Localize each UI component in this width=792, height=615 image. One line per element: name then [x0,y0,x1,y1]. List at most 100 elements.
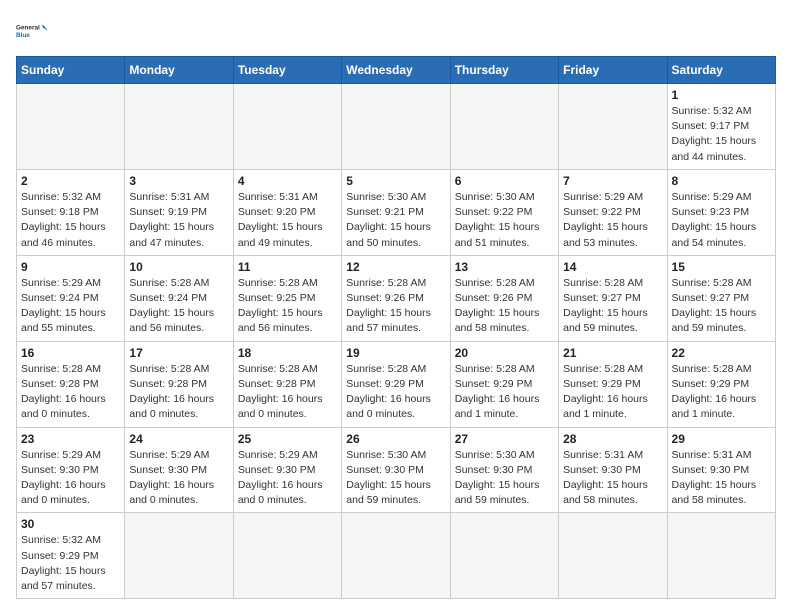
day-number: 9 [21,260,120,274]
day-info: Sunrise: 5:28 AM Sunset: 9:29 PM Dayligh… [563,362,662,423]
day-info: Sunrise: 5:32 AM Sunset: 9:18 PM Dayligh… [21,190,120,251]
day-number: 27 [455,432,554,446]
day-number: 26 [346,432,445,446]
calendar-cell: 18Sunrise: 5:28 AM Sunset: 9:28 PM Dayli… [233,341,341,427]
day-number: 12 [346,260,445,274]
calendar-cell: 28 Sunrise: 5:31 AM Sunset: 9:30 PM Dayli… [559,427,667,513]
calendar-cell: 25Sunrise: 5:29 AM Sunset: 9:30 PM Dayli… [233,427,341,513]
calendar-cell: 29 Sunrise: 5:31 AM Sunset: 9:30 PM Dayli… [667,427,775,513]
calendar-week-row: 1Sunrise: 5:32 AM Sunset: 9:17 PM Daylig… [17,84,776,170]
day-number: 15 [672,260,771,274]
day-info: Sunrise: 5:31 AM Sunset: 9:20 PM Dayligh… [238,190,337,251]
day-number: 10 [129,260,228,274]
calendar-cell: 16 Sunrise: 5:28 AM Sunset: 9:28 PM Dayli… [17,341,125,427]
day-of-week-header: Thursday [450,57,558,84]
calendar-cell [667,513,775,599]
day-number: 25 [238,432,337,446]
day-number: 14 [563,260,662,274]
page-header: General Blue [16,16,776,48]
calendar-cell: 4 Sunrise: 5:31 AM Sunset: 9:20 PM Daylig… [233,169,341,255]
day-info: Sunrise: 5:28 AM Sunset: 9:29 PM Dayligh… [346,362,445,423]
day-number: 2 [21,174,120,188]
calendar-cell: 20Sunrise: 5:28 AM Sunset: 9:29 PM Dayli… [450,341,558,427]
calendar-cell: 30Sunrise: 5:32 AM Sunset: 9:29 PM Dayli… [17,513,125,599]
day-number: 29 [672,432,771,446]
day-info: Sunrise: 5:31 AM Sunset: 9:30 PM Dayligh… [672,448,771,509]
day-number: 5 [346,174,445,188]
day-info: Sunrise: 5:28 AM Sunset: 9:24 PM Dayligh… [129,276,228,337]
day-number: 3 [129,174,228,188]
day-of-week-header: Friday [559,57,667,84]
day-info: Sunrise: 5:32 AM Sunset: 9:17 PM Dayligh… [672,104,771,165]
calendar-cell: 21 Sunrise: 5:28 AM Sunset: 9:29 PM Dayli… [559,341,667,427]
day-of-week-header: Monday [125,57,233,84]
calendar-cell [233,84,341,170]
calendar-cell [17,84,125,170]
calendar-cell: 13 Sunrise: 5:28 AM Sunset: 9:26 PM Dayli… [450,255,558,341]
day-info: Sunrise: 5:29 AM Sunset: 9:24 PM Dayligh… [21,276,120,337]
calendar-cell: 22Sunrise: 5:28 AM Sunset: 9:29 PM Dayli… [667,341,775,427]
calendar-cell [559,513,667,599]
day-info: Sunrise: 5:28 AM Sunset: 9:28 PM Dayligh… [238,362,337,423]
calendar-cell [450,84,558,170]
day-info: Sunrise: 5:31 AM Sunset: 9:30 PM Dayligh… [563,448,662,509]
day-info: Sunrise: 5:30 AM Sunset: 9:22 PM Dayligh… [455,190,554,251]
day-info: Sunrise: 5:28 AM Sunset: 9:26 PM Dayligh… [455,276,554,337]
calendar-cell: 24Sunrise: 5:29 AM Sunset: 9:30 PM Dayli… [125,427,233,513]
day-number: 7 [563,174,662,188]
calendar-cell [342,513,450,599]
day-info: Sunrise: 5:28 AM Sunset: 9:26 PM Dayligh… [346,276,445,337]
day-of-week-header: Sunday [17,57,125,84]
calendar-cell: 11Sunrise: 5:28 AM Sunset: 9:25 PM Dayli… [233,255,341,341]
day-info: Sunrise: 5:32 AM Sunset: 9:29 PM Dayligh… [21,533,120,594]
day-info: Sunrise: 5:28 AM Sunset: 9:29 PM Dayligh… [455,362,554,423]
day-number: 24 [129,432,228,446]
calendar-cell: 1Sunrise: 5:32 AM Sunset: 9:17 PM Daylig… [667,84,775,170]
calendar-cell: 8 Sunrise: 5:29 AM Sunset: 9:23 PM Daylig… [667,169,775,255]
day-number: 16 [21,346,120,360]
calendar-week-row: 9 Sunrise: 5:29 AM Sunset: 9:24 PM Daylig… [17,255,776,341]
day-info: Sunrise: 5:28 AM Sunset: 9:27 PM Dayligh… [672,276,771,337]
calendar-cell: 7 Sunrise: 5:29 AM Sunset: 9:22 PM Daylig… [559,169,667,255]
calendar-cell: 3 Sunrise: 5:31 AM Sunset: 9:19 PM Daylig… [125,169,233,255]
day-number: 4 [238,174,337,188]
day-info: Sunrise: 5:29 AM Sunset: 9:30 PM Dayligh… [21,448,120,509]
day-info: Sunrise: 5:28 AM Sunset: 9:29 PM Dayligh… [672,362,771,423]
day-of-week-header: Tuesday [233,57,341,84]
calendar-cell [125,513,233,599]
svg-text:Blue: Blue [16,32,30,39]
calendar-cell: 14Sunrise: 5:28 AM Sunset: 9:27 PM Dayli… [559,255,667,341]
day-number: 13 [455,260,554,274]
calendar-cell: 26 Sunrise: 5:30 AM Sunset: 9:30 PM Dayli… [342,427,450,513]
day-info: Sunrise: 5:29 AM Sunset: 9:23 PM Dayligh… [672,190,771,251]
calendar-cell: 5Sunrise: 5:30 AM Sunset: 9:21 PM Daylig… [342,169,450,255]
calendar-cell: 19 Sunrise: 5:28 AM Sunset: 9:29 PM Dayli… [342,341,450,427]
day-of-week-header: Wednesday [342,57,450,84]
svg-text:General: General [16,25,40,32]
day-of-week-header: Saturday [667,57,775,84]
calendar-table: SundayMondayTuesdayWednesdayThursdayFrid… [16,56,776,599]
logo: General Blue [16,16,48,48]
day-number: 6 [455,174,554,188]
day-number: 28 [563,432,662,446]
calendar-cell [450,513,558,599]
day-info: Sunrise: 5:30 AM Sunset: 9:30 PM Dayligh… [346,448,445,509]
day-info: Sunrise: 5:28 AM Sunset: 9:28 PM Dayligh… [21,362,120,423]
calendar-cell: 17Sunrise: 5:28 AM Sunset: 9:28 PM Dayli… [125,341,233,427]
day-number: 19 [346,346,445,360]
calendar-week-row: 23 Sunrise: 5:29 AM Sunset: 9:30 PM Dayli… [17,427,776,513]
calendar-cell: 2 Sunrise: 5:32 AM Sunset: 9:18 PM Daylig… [17,169,125,255]
calendar-cell: 15 Sunrise: 5:28 AM Sunset: 9:27 PM Dayli… [667,255,775,341]
logo-icon: General Blue [16,16,48,48]
calendar-cell [125,84,233,170]
calendar-header-row: SundayMondayTuesdayWednesdayThursdayFrid… [17,57,776,84]
day-info: Sunrise: 5:29 AM Sunset: 9:22 PM Dayligh… [563,190,662,251]
calendar-cell: 6 Sunrise: 5:30 AM Sunset: 9:22 PM Daylig… [450,169,558,255]
day-number: 23 [21,432,120,446]
day-number: 8 [672,174,771,188]
calendar-week-row: 2 Sunrise: 5:32 AM Sunset: 9:18 PM Daylig… [17,169,776,255]
calendar-cell: 23 Sunrise: 5:29 AM Sunset: 9:30 PM Dayli… [17,427,125,513]
day-number: 11 [238,260,337,274]
day-number: 21 [563,346,662,360]
day-info: Sunrise: 5:31 AM Sunset: 9:19 PM Dayligh… [129,190,228,251]
